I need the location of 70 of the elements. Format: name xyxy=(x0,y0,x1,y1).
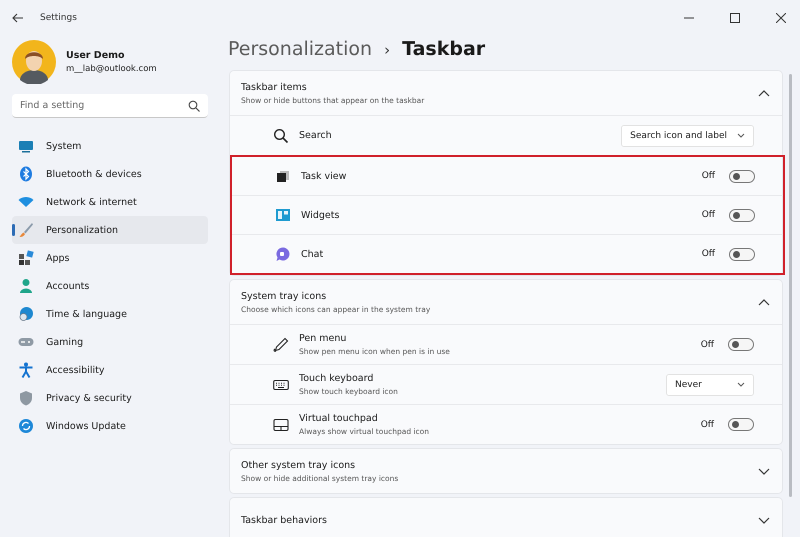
wifi-icon xyxy=(18,194,34,210)
close-icon[interactable] xyxy=(776,13,786,23)
sync-icon xyxy=(18,418,34,434)
avatar xyxy=(12,40,56,84)
dropdown[interactable]: Search icon and label xyxy=(621,124,754,146)
search-field[interactable]: Find a setting xyxy=(12,94,208,118)
setting-label: Task view xyxy=(301,170,348,182)
nav-item[interactable]: Gaming xyxy=(12,328,208,356)
maximize-icon[interactable] xyxy=(730,13,740,23)
toggle-state: Off xyxy=(702,171,715,181)
breadcrumb-link[interactable]: Personalization xyxy=(228,38,372,60)
setting-label: Pen menu xyxy=(299,333,348,344)
nav-item[interactable]: Accounts xyxy=(12,272,208,300)
user-email: m__lab@outlook.com xyxy=(66,64,157,74)
toggle-switch[interactable] xyxy=(729,170,755,182)
window-title: Settings xyxy=(40,13,77,23)
toggle-state: Off xyxy=(700,420,714,430)
page-title: Taskbar xyxy=(402,38,486,60)
globe-clock-icon xyxy=(18,306,34,322)
chevron-up-icon xyxy=(758,298,770,306)
nav-item[interactable]: Privacy & security xyxy=(12,384,208,412)
toggle-state: Off xyxy=(700,340,714,350)
search-icon xyxy=(188,100,200,112)
nav-item[interactable]: Apps xyxy=(12,244,208,272)
toggle-state: Off xyxy=(702,210,715,220)
search-icon xyxy=(273,128,289,144)
widgets-icon xyxy=(275,207,291,223)
setting-label: Widgets xyxy=(301,210,340,220)
section-title: Other system tray icons xyxy=(241,460,356,470)
section-header[interactable]: Taskbar behaviors xyxy=(230,498,782,537)
back-arrow-icon[interactable] xyxy=(12,13,24,23)
toggle-switch[interactable] xyxy=(729,208,755,222)
nav-item[interactable]: Personalization xyxy=(12,216,208,244)
section-title: Taskbar items xyxy=(241,82,308,92)
user-name: User Demo xyxy=(66,50,126,61)
monitor-icon xyxy=(18,138,34,154)
toggle-switch[interactable] xyxy=(729,248,755,260)
windows-stack-icon xyxy=(275,168,291,184)
scrollbar[interactable] xyxy=(789,74,792,497)
chat-icon xyxy=(275,246,291,262)
apps-icon xyxy=(18,250,34,266)
toggle-state: Off xyxy=(702,249,715,259)
nav-item[interactable]: Network & internet xyxy=(12,188,208,216)
pen-icon xyxy=(273,336,289,352)
setting-label: Touch keyboard xyxy=(299,373,374,384)
section-title: Taskbar behaviors xyxy=(241,514,328,526)
chevron-down-icon xyxy=(737,382,745,388)
chevron-up-icon xyxy=(758,88,770,98)
person-icon xyxy=(18,278,34,294)
breadcrumb-separator: › xyxy=(384,41,390,59)
bluetooth-icon xyxy=(18,166,34,182)
nav-item[interactable]: Time & language xyxy=(12,300,208,328)
setting-label: Virtual touchpad xyxy=(299,413,379,424)
dropdown[interactable]: Never xyxy=(666,374,754,396)
setting-label: Chat xyxy=(301,248,324,260)
toggle-switch[interactable] xyxy=(728,338,754,351)
chevron-down-icon xyxy=(758,466,770,476)
nav-item[interactable]: System xyxy=(12,132,208,160)
chevron-down-icon xyxy=(737,132,745,138)
nav-item[interactable]: Bluetooth & devices xyxy=(12,160,208,188)
toggle-switch[interactable] xyxy=(728,418,754,431)
chevron-down-icon xyxy=(758,516,770,524)
touchpad-icon xyxy=(273,416,289,432)
brush-icon xyxy=(18,222,34,238)
section-title: System tray icons xyxy=(241,290,328,302)
nav-item[interactable]: Windows Update xyxy=(12,412,208,440)
setting-label: Search xyxy=(299,130,333,141)
nav-item[interactable]: Accessibility xyxy=(12,356,208,384)
shield-icon xyxy=(18,390,34,406)
accessibility-icon xyxy=(18,362,34,378)
